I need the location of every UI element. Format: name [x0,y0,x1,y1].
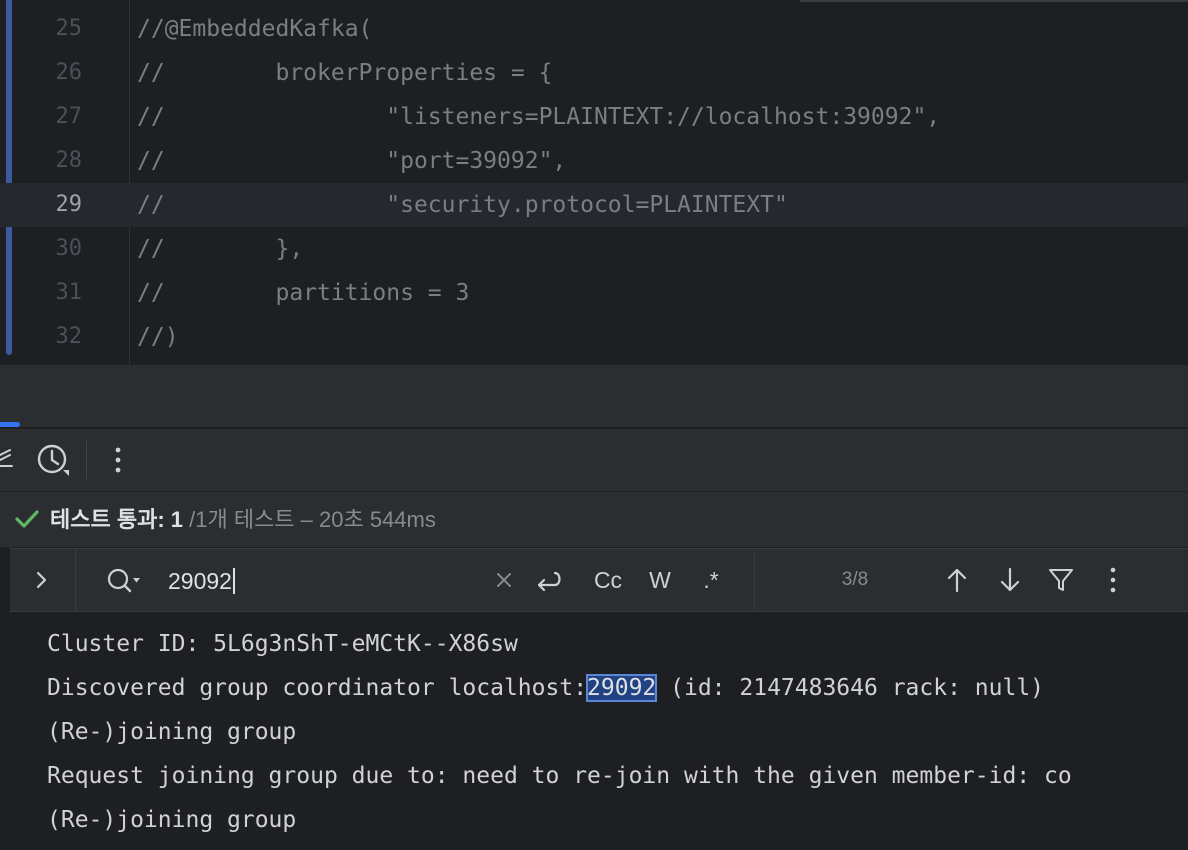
tests-passed-label: 테스트 통과: 1 [50,507,183,532]
code-text[interactable]: // "security.protocol=PLAINTEXT" [137,183,788,227]
console-search-bar: 29092 Cc W .* 3/8 [10,548,1188,612]
line-number: 30 [55,236,83,261]
console-output[interactable]: Cluster ID: 5L6g3nShT-eMCtK--X86sw Disco… [10,613,1188,850]
regex-button[interactable]: .* [694,549,728,611]
check-icon [15,510,39,528]
console-line: (Re-)joining group [47,807,297,833]
console-line: Request joining group due to: need to re… [47,763,1072,789]
test-status-bar: 테스트 통과: 1 /1개 테스트 – 20초 544ms [0,491,1188,547]
code-line[interactable]: 26 // brokerProperties = { [0,51,1188,95]
search-input[interactable]: 29092 [168,549,235,611]
code-line[interactable]: 25 //@EmbeddedKafka( [0,7,1188,51]
history-icon[interactable] [32,429,74,491]
match-count: 3/8 [841,569,869,590]
search-query-text: 29092 [168,568,232,594]
line-number: 27 [55,104,83,129]
arrow-down-icon[interactable] [995,549,1025,611]
code-line-current[interactable]: 29 // "security.protocol=PLAINTEXT" [0,183,1188,227]
console-line: Discovered group coordinator localhost:2… [47,666,1044,710]
code-line[interactable]: 27 // "listeners=PLAINTEXT://localhost:3… [0,95,1188,139]
search-icon[interactable] [106,567,142,595]
code-text[interactable]: // "listeners=PLAINTEXT://localhost:3909… [137,95,940,139]
search-match-highlight: 29092 [586,674,658,702]
line-number: 26 [55,60,83,85]
editor-top-strip [800,0,1188,2]
search-separator [75,549,76,611]
code-line[interactable]: 28 // "port=39092", [0,139,1188,183]
filter-icon[interactable] [1046,549,1076,611]
console-text: (id: 2147483646 rack: null) [656,675,1045,701]
more-vertical-icon[interactable] [104,429,132,491]
line-number: 25 [55,16,83,41]
line-number: 31 [55,280,83,305]
code-line[interactable]: 31 // partitions = 3 [0,271,1188,315]
line-number: 32 [55,324,83,349]
match-case-button[interactable]: Cc [588,549,628,611]
console-line: (Re-)joining group [47,719,297,745]
toolbar-separator [86,441,87,479]
whole-words-button[interactable]: W [644,549,676,611]
code-text[interactable]: //@EmbeddedKafka( [137,7,372,51]
console-line: Cluster ID: 5L6g3nShT-eMCtK--X86sw [47,631,518,657]
newline-icon[interactable] [530,549,566,611]
code-text[interactable]: //) [137,315,179,359]
console-text: Discovered group coordinator localhost: [47,675,588,701]
code-line[interactable]: 32 //) [0,315,1188,359]
active-tool-indicator [0,422,20,427]
test-status-text: 테스트 통과: 1 /1개 테스트 – 20초 544ms [50,492,436,548]
clear-search-icon[interactable] [490,549,518,611]
code-text[interactable]: // "port=39092", [137,139,566,183]
line-number: 28 [55,148,83,173]
run-toolbar [0,429,1188,491]
code-line[interactable]: 30 // }, [0,227,1188,271]
more-vertical-icon[interactable] [1100,549,1126,611]
search-separator [754,549,755,611]
editor-bottom-area [0,365,1188,427]
arrow-up-icon[interactable] [942,549,972,611]
line-number: 29 [55,192,83,217]
code-text[interactable]: // partitions = 3 [137,271,469,315]
sort-icon[interactable] [0,429,16,491]
code-editor[interactable]: 25 //@EmbeddedKafka( 26 // brokerPropert… [0,0,1188,365]
tests-detail: /1개 테스트 – 20초 544ms [189,507,436,532]
code-text[interactable]: // brokerProperties = { [137,51,552,95]
chevron-right-icon[interactable] [28,549,54,611]
code-text[interactable]: // }, [137,227,303,271]
text-caret [232,568,235,594]
